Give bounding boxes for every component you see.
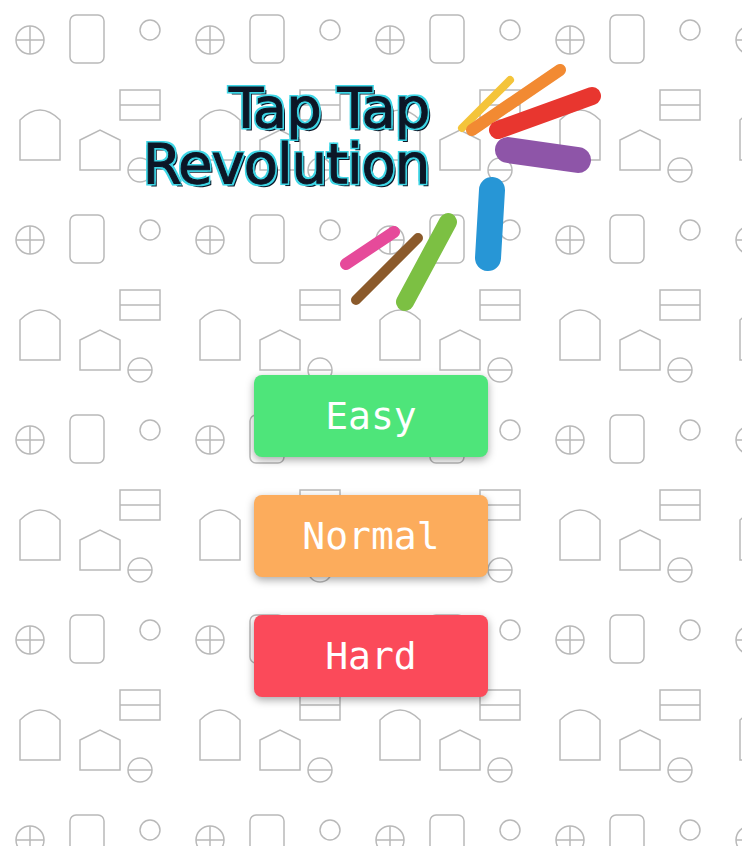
difficulty-button[interactable]: Easy <box>254 375 488 457</box>
title-line: Revolution <box>143 136 430 192</box>
title-line: Tap Tap <box>143 80 430 136</box>
button-label: Easy <box>325 388 417 445</box>
button-label: Hard <box>325 628 417 685</box>
game-title: Tap TapRevolution <box>143 80 430 192</box>
button-label: Normal <box>302 508 439 565</box>
logo: Tap TapRevolution <box>0 0 742 375</box>
difficulty-menu: Easy Normal Hard <box>0 375 742 697</box>
difficulty-button[interactable]: Hard <box>254 615 488 697</box>
difficulty-button[interactable]: Normal <box>254 495 488 577</box>
